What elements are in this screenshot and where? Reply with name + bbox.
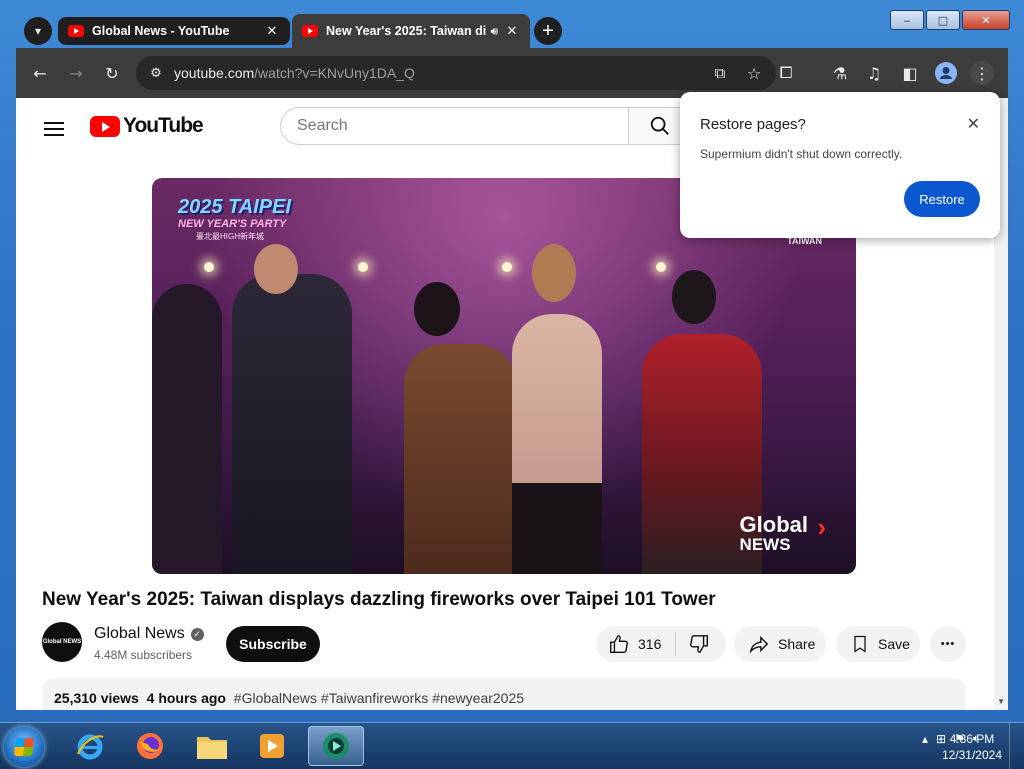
labs-flask-icon[interactable]: ⚗ <box>828 61 852 85</box>
bookmark-icon <box>854 635 866 653</box>
supermium-browser-icon <box>323 733 349 759</box>
taskbar-internet-explorer[interactable] <box>62 726 118 766</box>
save-button[interactable]: Save <box>836 626 920 662</box>
tab-search-button[interactable]: ▾ <box>24 17 52 45</box>
taskbar-explorer[interactable] <box>184 726 240 766</box>
person-head <box>254 244 298 294</box>
start-button[interactable] <box>4 727 44 767</box>
subscribe-button[interactable]: Subscribe <box>226 626 320 662</box>
stage-light <box>358 262 368 272</box>
video-overlay-title: 2025 TAIPEI <box>178 196 292 218</box>
person-head <box>672 270 716 324</box>
back-icon[interactable]: ← <box>28 61 52 85</box>
person-head <box>532 244 576 302</box>
maximize-button[interactable]: □ <box>926 10 960 30</box>
system-clock[interactable]: 4:36 PM 12/31/2024 <box>942 731 1002 763</box>
tab-title: Global News - YouTube <box>92 24 230 38</box>
hamburger-menu-icon[interactable] <box>44 118 64 140</box>
hashtags[interactable]: #GlobalNews #Taiwanfireworks #newyear202… <box>234 690 524 706</box>
dialog-title: Restore pages? <box>700 116 806 133</box>
tab-strip: ▾ Global News - YouTube ✕ New Year's 202… <box>16 14 896 48</box>
more-dots-icon: ••• <box>940 638 956 650</box>
close-tab-icon[interactable]: ✕ <box>264 23 280 39</box>
address-bar[interactable]: ⚙ youtube.com/watch?v=KNvUny1DA_Q ⧉ ☆ <box>136 56 776 90</box>
person-head <box>414 282 460 336</box>
taskbar-media-player[interactable] <box>244 726 300 766</box>
tab-title: New Year's 2025: Taiwan displays dazzlin… <box>326 24 487 38</box>
reload-icon[interactable]: ↻ <box>100 61 124 85</box>
view-count: 25,310 views <box>54 690 139 706</box>
url-text: youtube.com/watch?v=KNvUny1DA_Q <box>174 65 415 81</box>
description-box[interactable]: 25,310 views 4 hours ago #GlobalNews #Ta… <box>42 678 966 710</box>
search-icon <box>650 116 669 135</box>
side-panel-icon[interactable]: ◧ <box>898 61 922 85</box>
share-button[interactable]: Share <box>734 626 826 662</box>
media-controls-icon[interactable]: ♫ <box>862 61 886 85</box>
verified-check-icon: ✓ <box>190 627 204 641</box>
like-count: 316 <box>638 636 662 652</box>
windows-taskbar: ▴ ⊞ ⚑ 🔈︎ 4:36 PM 12/31/2024 <box>0 722 1024 769</box>
forward-icon[interactable]: → <box>64 61 88 85</box>
close-dialog-icon[interactable]: ✕ <box>967 114 980 133</box>
restore-button[interactable]: Restore <box>904 181 980 217</box>
firefox-icon <box>137 733 163 759</box>
taskbar-supermium[interactable] <box>308 726 364 766</box>
bookmark-star-icon[interactable]: ☆ <box>742 61 766 85</box>
stage-light <box>656 262 666 272</box>
site-info-icon[interactable]: ⚙ <box>144 61 168 85</box>
browser-toolbar: ← → ↻ ⚙ youtube.com/watch?v=KNvUny1DA_Q … <box>16 48 1008 98</box>
like-divider <box>675 632 677 656</box>
like-button[interactable]: 316 <box>608 633 661 655</box>
taskbar-firefox[interactable] <box>122 726 178 766</box>
show-desktop-button[interactable] <box>1009 723 1024 769</box>
youtube-logo[interactable]: YouTube <box>90 114 204 138</box>
extensions-icon[interactable]: ⧠ <box>774 61 798 85</box>
thumbs-down-icon <box>690 635 709 653</box>
media-player-icon <box>260 734 284 758</box>
subscriber-count: 4.48M subscribers <box>94 648 193 662</box>
close-window-button[interactable]: ✕ <box>962 10 1010 30</box>
singer-in-dress <box>512 314 602 574</box>
search-input[interactable]: Search <box>280 107 630 145</box>
share-arrow-icon <box>749 635 769 654</box>
crowd-person <box>152 284 222 574</box>
clock-time: 4:36 PM <box>949 732 995 746</box>
internet-explorer-icon <box>77 734 104 760</box>
new-tab-button[interactable]: + <box>534 17 562 45</box>
channel-avatar[interactable]: Global NEWS <box>42 622 82 662</box>
folder-icon <box>197 737 227 759</box>
speaker-icon[interactable]: 🔊︎ <box>490 24 498 39</box>
profile-avatar-icon[interactable] <box>934 61 958 85</box>
stage-light <box>204 262 214 272</box>
global-news-chevron-icon: › <box>817 512 826 542</box>
tab-global-news[interactable]: Global News - YouTube ✕ <box>58 17 290 45</box>
youtube-play-icon <box>90 115 120 137</box>
video-overlay-chinese: 臺北最HIGH新年城 <box>196 232 264 241</box>
more-actions-button[interactable]: ••• <box>930 626 966 662</box>
channel-name[interactable]: Global News ✓ <box>94 625 204 643</box>
window-controls: ‒ □ ✕ <box>890 10 1010 30</box>
youtube-favicon-icon <box>68 25 84 37</box>
cast-icon[interactable]: ⧉ <box>708 61 732 85</box>
video-title: New Year's 2025: Taiwan displays dazzlin… <box>42 589 716 610</box>
youtube-favicon-icon <box>302 25 318 37</box>
show-hidden-icons-icon[interactable]: ▴ <box>922 732 928 746</box>
menu-kebab-icon[interactable]: ⋮ <box>970 61 994 85</box>
like-dislike-group: 316 <box>596 626 726 662</box>
upload-age: 4 hours ago <box>146 690 226 706</box>
chevron-down-icon: ▾ <box>34 24 42 38</box>
tab-new-years-video[interactable]: New Year's 2025: Taiwan displays dazzlin… <box>292 14 530 48</box>
stage-light <box>502 262 512 272</box>
video-overlay-subtitle: NEW YEAR'S PARTY <box>178 218 287 230</box>
global-news-watermark: Global NEWS › <box>739 512 826 554</box>
man-in-scarf <box>232 274 352 574</box>
woman-in-brown-jacket <box>404 344 516 574</box>
close-tab-icon[interactable]: ✕ <box>504 23 520 39</box>
restore-pages-dialog: Restore pages? ✕ Supermium didn't shut d… <box>680 92 1000 238</box>
dialog-message: Supermium didn't shut down correctly. <box>700 147 903 161</box>
thumbs-up-icon <box>610 635 628 653</box>
scroll-down-icon[interactable]: ▼ <box>997 697 1005 706</box>
clock-date: 12/31/2024 <box>941 748 1002 762</box>
dislike-button[interactable] <box>688 633 718 655</box>
